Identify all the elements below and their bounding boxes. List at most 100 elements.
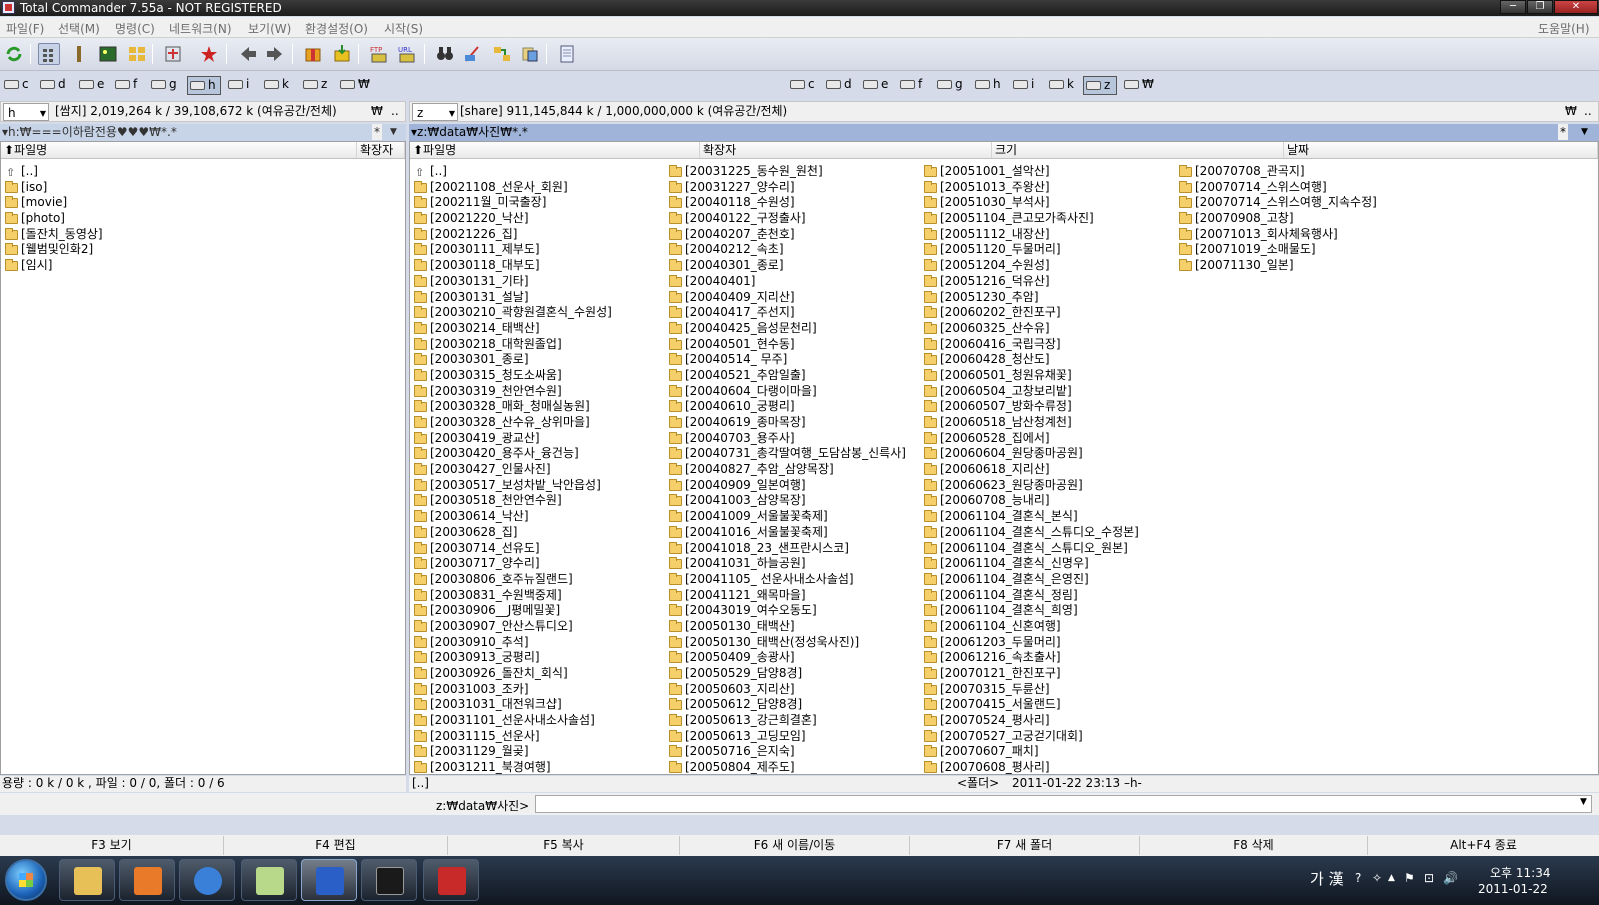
maximize-button[interactable]: ❐ (1527, 0, 1553, 14)
folder-item[interactable]: [20060708_능내리] (922, 493, 1139, 509)
folder-item[interactable]: [20040301_종로] (667, 258, 906, 274)
folder-item[interactable]: [20030131_기타] (412, 274, 612, 290)
left-drive-c[interactable]: c (2, 76, 29, 95)
folder-item[interactable]: [20030427_인물사진] (412, 462, 612, 478)
left-file-panel[interactable]: ⬆파일명 확장자 ⇧ [..] [iso] [movie] [photo] [돌잔치_동영… (0, 141, 406, 775)
folder-item[interactable]: [20030831_수원백중제] (412, 588, 612, 604)
left-drive-g[interactable]: g (149, 76, 177, 95)
folder-item[interactable]: [20030517_보성차밭_낙안읍성] (412, 478, 612, 494)
full-view-icon[interactable] (68, 43, 90, 65)
folder-item[interactable]: [20070714_스위스여행_지속수정] (1177, 195, 1377, 211)
folder-item[interactable]: [20060504_고창보리밭] (922, 384, 1139, 400)
right-col-size[interactable]: 크기 (992, 142, 1284, 158)
folder-item[interactable]: [20051001_설악산] (922, 164, 1139, 180)
start-button[interactable] (5, 859, 47, 901)
folder-item[interactable]: [20040417_주선지] (667, 305, 906, 321)
folder-item[interactable]: [20040610_궁평리] (667, 399, 906, 415)
folder-item[interactable]: [20050130_태백산(정성욱사진)] (667, 635, 906, 651)
right-root-button[interactable]: ₩ (1565, 102, 1577, 121)
folder-item[interactable]: [20061104_결혼식_희영] (922, 603, 1139, 619)
ime-indicator[interactable]: 가 漢 (1310, 868, 1344, 889)
folder-item[interactable]: [20050529_담양8경] (667, 666, 906, 682)
f5-copy-button[interactable]: F5 복사 (448, 836, 680, 855)
folder-item[interactable]: [20050603_지리산] (667, 682, 906, 698)
folder-item[interactable]: [20071019_소매물도] (1177, 242, 1377, 258)
f6-move-button[interactable]: F6 새 이름/이동 (680, 836, 910, 855)
menu-network[interactable]: 네트워크(N) (169, 20, 232, 37)
tree-view-icon[interactable] (126, 43, 148, 65)
left-up-button[interactable]: .. (391, 102, 399, 121)
folder-item[interactable]: [돌잔치_동영상] (3, 227, 103, 243)
folder-item[interactable]: [20040425_음성문천리] (667, 321, 906, 337)
right-file-panel[interactable]: ⬆파일명 확장자 크기 날짜 ⇧ [..] [20021108_선운사_회원] [20… (409, 141, 1599, 775)
folder-item[interactable]: [20030315_청도소싸움] (412, 368, 612, 384)
close-button[interactable]: ✕ (1554, 0, 1598, 14)
folder-item[interactable]: [20030913_궁평리] (412, 650, 612, 666)
folder-item[interactable]: [20040604_다랭이마을] (667, 384, 906, 400)
folder-item[interactable]: [20060623_원당종마공원] (922, 478, 1139, 494)
menu-view[interactable]: 보기(W) (248, 20, 291, 37)
left-drive-z[interactable]: z (301, 76, 327, 95)
folder-item[interactable]: [20040619_종마목장] (667, 415, 906, 431)
folder-item[interactable]: [20060618_지리산] (922, 462, 1139, 478)
folder-item[interactable]: [20030926_돌잔치_회식] (412, 666, 612, 682)
folder-item[interactable]: [20051112_내장산] (922, 227, 1139, 243)
menu-file[interactable]: 파일(F) (6, 20, 44, 37)
taskbar-cmd-button[interactable] (361, 859, 417, 901)
folder-item[interactable]: [20021226_집] (412, 227, 612, 243)
ime-options-icon[interactable]: ✧ (1372, 871, 1382, 885)
folder-item[interactable]: [20060416_국립극장] (922, 337, 1139, 353)
left-drive-f[interactable]: f (113, 76, 137, 95)
folder-item[interactable]: [20040521_추암일출] (667, 368, 906, 384)
right-drive-d[interactable]: d (824, 76, 852, 95)
menu-select[interactable]: 선택(M) (58, 20, 100, 37)
folder-item[interactable]: [20070527_고궁걷기대회] (922, 729, 1139, 745)
parent-dir-item[interactable]: ⇧ [..] (412, 164, 612, 180)
folder-item[interactable]: [20030907_안산스튜디오] (412, 619, 612, 635)
folder-item[interactable]: [20041121_왜목마을] (667, 588, 906, 604)
left-network-neighborhood[interactable]: ₩ (338, 76, 370, 95)
folder-item[interactable]: [20041031_하늘공원] (667, 556, 906, 572)
notepad-icon[interactable] (556, 43, 578, 65)
right-drive-z[interactable]: z (1083, 76, 1117, 95)
folder-item[interactable]: [20030910_추석] (412, 635, 612, 651)
clock-time[interactable]: 오후 11:34 (1490, 864, 1550, 881)
menu-commands[interactable]: 명령(C) (115, 20, 155, 37)
folder-item[interactable]: [20050130_태백산] (667, 619, 906, 635)
right-history-star[interactable]: * (1558, 124, 1568, 140)
right-drive-e[interactable]: e (861, 76, 888, 95)
folder-item[interactable]: [20061104_결혼식_정림] (922, 588, 1139, 604)
folder-item[interactable]: [20070714_스위스여행] (1177, 180, 1377, 196)
right-col-name[interactable]: ⬆파일명 (410, 142, 700, 158)
taskbar-explorer-button[interactable] (59, 859, 115, 901)
folder-item[interactable]: [20041105_ 선운사내소사솔섬] (667, 572, 906, 588)
right-drive-c[interactable]: c (788, 76, 815, 95)
folder-item[interactable]: [20060501_청원유채꽃] (922, 368, 1139, 384)
right-network-neighborhood[interactable]: ₩ (1122, 76, 1154, 95)
help-icon[interactable]: ? (1355, 871, 1361, 885)
folder-item[interactable]: [20060428_청산도] (922, 352, 1139, 368)
brief-view-icon[interactable] (38, 43, 60, 65)
folder-item[interactable]: [20060528_집에서] (922, 431, 1139, 447)
left-path-bar[interactable]: ▾h:₩===이하람전용♥♥♥₩*.* * ▼ (0, 124, 406, 141)
right-drive-k[interactable]: k (1047, 76, 1074, 95)
right-drive-f[interactable]: f (898, 76, 922, 95)
folder-item[interactable]: [20070524_평사리] (922, 713, 1139, 729)
menu-help[interactable]: 도움말(H) (1538, 20, 1590, 37)
pack-files-icon[interactable] (302, 43, 324, 65)
folder-item[interactable]: [20031101_선운사내소사솔섬] (412, 713, 612, 729)
sync-dirs-icon[interactable] (491, 43, 513, 65)
f4-edit-button[interactable]: F4 편집 (224, 836, 448, 855)
folder-item[interactable]: [20040703_용주사] (667, 431, 906, 447)
parent-dir-item[interactable]: ⇧ [..] (3, 164, 103, 180)
folder-item[interactable]: [200211월_미국출장] (412, 195, 612, 211)
folder-item[interactable]: [20060604_원당종마공원] (922, 446, 1139, 462)
folder-item[interactable]: [20030906__J평메밀꽃] (412, 603, 612, 619)
folder-item[interactable]: [20031211_북경여행] (412, 760, 612, 774)
folder-item[interactable]: [20030419_광교산] (412, 431, 612, 447)
taskbar-filezilla-button[interactable] (423, 859, 479, 901)
right-drive-dropdown[interactable]: z (412, 103, 458, 123)
folder-item[interactable]: [20040909_일본여행] (667, 478, 906, 494)
folder-item[interactable]: [20040401] (667, 274, 906, 290)
left-root-button[interactable]: ₩ (371, 102, 383, 121)
